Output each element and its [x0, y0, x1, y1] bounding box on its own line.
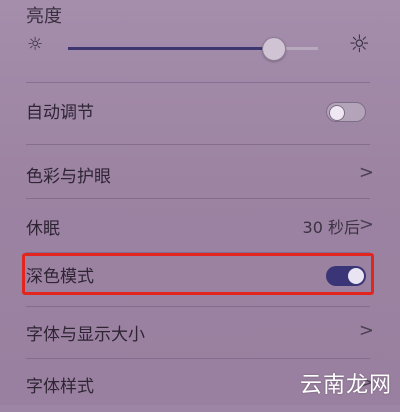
brightness-section-title: 亮度 [26, 6, 62, 27]
setting-label: 字体与显示大小 [26, 325, 145, 345]
auto-adjust-toggle[interactable] [326, 102, 366, 122]
brightness-control: ☼ ☼ [0, 28, 400, 70]
sleep-value: 30 秒后 [302, 218, 360, 237]
setting-label: 色彩与护眼 [26, 167, 111, 187]
watermark-logo: 云南龙网 [299, 373, 392, 398]
setting-font-size[interactable]: 字体与显示大小 > [0, 304, 400, 360]
setting-auto-adjust[interactable]: 自动调节 [0, 82, 400, 138]
settings-screen: 亮度 ☼ ☼ 自动调节 色彩与护眼 > 休眠 30 秒后 > 深色模式 字体与显… [0, 0, 400, 405]
setting-color-eye[interactable]: 色彩与护眼 > [0, 146, 400, 202]
chevron-right-icon: > [358, 214, 374, 235]
chevron-right-icon: > [358, 162, 374, 183]
setting-label: 自动调节 [26, 103, 94, 123]
setting-label: 字体样式 [26, 377, 94, 397]
setting-label: 休眠 [26, 219, 60, 239]
chevron-right-icon: > [358, 320, 374, 341]
brightness-slider-fill [68, 47, 273, 50]
brightness-slider[interactable] [68, 37, 318, 61]
toggle-knob [329, 105, 345, 121]
brightness-slider-thumb[interactable] [262, 37, 286, 61]
red-highlight-box [22, 253, 374, 295]
sun-small-icon: ☼ [27, 34, 44, 55]
sun-large-icon: ☼ [348, 30, 370, 58]
divider [26, 144, 370, 145]
